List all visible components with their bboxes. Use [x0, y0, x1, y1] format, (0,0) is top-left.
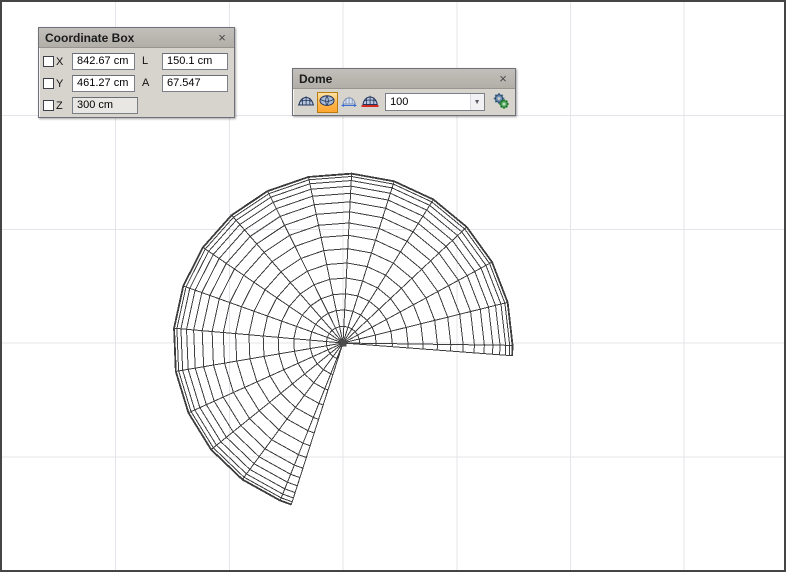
coordinate-box-dialog: Coordinate Box × X 842.67 cm L 150.1 cm … — [38, 27, 235, 118]
app-window: Coordinate Box × X 842.67 cm L 150.1 cm … — [0, 0, 786, 572]
dome-move-icon — [340, 93, 358, 111]
a-label: A — [142, 77, 154, 89]
segments-value: 100 — [386, 96, 470, 108]
x-value-field[interactable]: 842.67 cm — [72, 53, 135, 70]
dome-style-4-button[interactable] — [360, 92, 382, 113]
dome-style-3-button[interactable] — [338, 92, 360, 113]
close-icon[interactable]: × — [214, 30, 230, 45]
x-label: X — [56, 56, 68, 68]
dome-toolbar-titlebar[interactable]: Dome × — [293, 69, 515, 89]
a-value-field[interactable]: 67.547 — [162, 75, 228, 92]
l-label: L — [142, 55, 154, 67]
chevron-down-icon[interactable]: ▼ — [470, 94, 484, 110]
l-value-field[interactable]: 150.1 cm — [162, 53, 228, 70]
dome-base-icon — [361, 93, 379, 111]
coordinate-box-title: Coordinate Box — [45, 31, 134, 45]
z-label: Z — [56, 100, 68, 112]
coordinate-box-titlebar[interactable]: Coordinate Box × — [39, 28, 234, 48]
gear-icon — [491, 92, 511, 113]
dome-toolbar-title: Dome — [299, 72, 332, 86]
dome-style-1-button[interactable] — [295, 92, 317, 113]
z-value-field[interactable]: 300 cm — [72, 97, 138, 114]
dome-toolbar: Dome × — [292, 68, 516, 116]
dome-style-2-button[interactable] — [317, 92, 339, 113]
close-icon[interactable]: × — [495, 71, 511, 86]
y-label: Y — [56, 78, 68, 90]
settings-button[interactable] — [490, 92, 513, 113]
z-checkbox[interactable] — [43, 100, 54, 111]
segments-combobox[interactable]: 100 ▼ — [385, 93, 485, 111]
dome-wireframe-icon — [297, 93, 315, 111]
x-checkbox[interactable] — [43, 56, 54, 67]
dome-tilted-icon — [318, 93, 336, 111]
y-value-field[interactable]: 461.27 cm — [72, 75, 135, 92]
y-checkbox[interactable] — [43, 78, 54, 89]
